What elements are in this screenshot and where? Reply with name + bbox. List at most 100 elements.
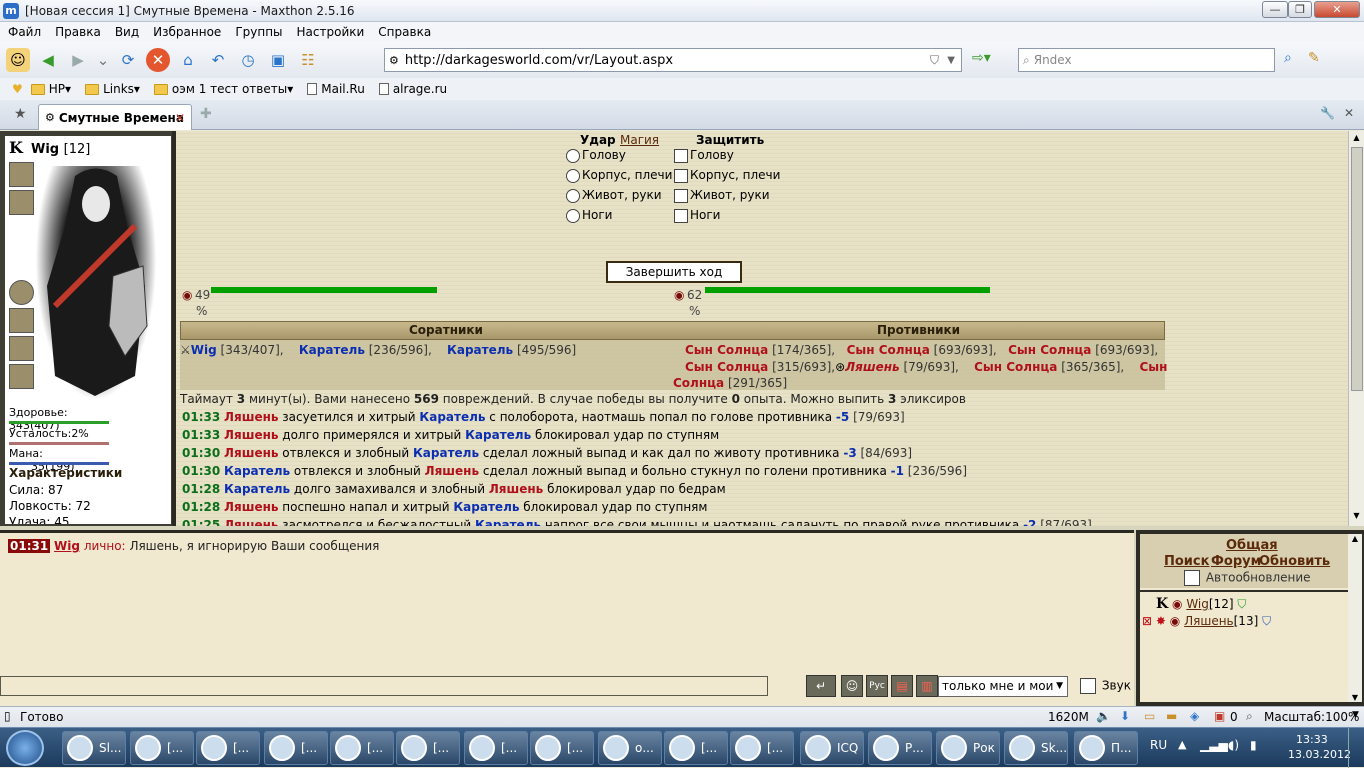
players-scrollbar[interactable]: ▲ ▼ (1348, 534, 1362, 702)
fav-links[interactable]: Links ▾ (85, 82, 140, 96)
scroll-thumb[interactable] (1351, 147, 1363, 391)
screen-icon[interactable]: ▣ (266, 48, 290, 72)
fav-mailru[interactable]: Mail.Ru (307, 82, 365, 96)
attack-zone-head[interactable]: Голову (566, 148, 626, 163)
forward-icon[interactable]: ▶ (66, 48, 90, 72)
clock-icon[interactable]: ◷ (236, 48, 260, 72)
menu-view[interactable]: Вид (115, 25, 139, 39)
enemy-name[interactable]: Солнца (673, 376, 724, 390)
scroll-up-icon[interactable]: ▲ (1350, 133, 1363, 145)
refresh-icon[interactable]: ⟳ (116, 48, 140, 72)
power-icon[interactable]: ▮ (1250, 738, 1257, 752)
checkbox-icon[interactable] (674, 168, 688, 183)
player-name[interactable]: Wig (1186, 597, 1209, 611)
defend-zone-belly[interactable]: Живот, руки (674, 188, 770, 203)
checkbox-icon[interactable] (1184, 570, 1200, 586)
taskbar-item[interactable]: [... (464, 731, 528, 765)
history-dropdown-icon[interactable]: ⌄ (96, 48, 110, 72)
scroll-down-icon[interactable]: ▼ (1350, 511, 1363, 523)
log-actor[interactable]: Ляшень (224, 518, 278, 526)
clear-icon[interactable]: ▤ (891, 675, 913, 697)
enemy-name[interactable]: Сын Солнца (847, 343, 930, 357)
taskbar-item[interactable]: [... (130, 731, 194, 765)
checkbox-icon[interactable] (674, 188, 688, 203)
zoom-dropdown-icon[interactable]: ▼ (1352, 710, 1359, 720)
show-desktop-button[interactable] (1348, 728, 1364, 768)
enemy-name[interactable]: Сын (1139, 360, 1167, 374)
log-target[interactable]: Каратель (465, 428, 531, 442)
taskbar-item[interactable]: о... (598, 731, 662, 765)
tray-expand-icon[interactable]: ▲ (1178, 738, 1186, 751)
users-icon[interactable]: ☺ (6, 48, 30, 72)
taskbar-item[interactable]: [... (730, 731, 794, 765)
address-dropdown-icon[interactable]: ▼ (947, 55, 955, 66)
ring-slot-1[interactable] (9, 308, 34, 333)
smiley-icon[interactable]: ☺ (841, 675, 863, 697)
attack-zone-legs[interactable]: Ноги (566, 208, 612, 223)
defend-zone-legs[interactable]: Ноги (674, 208, 720, 223)
signal-icon[interactable]: ▁▃▅ (1200, 738, 1228, 752)
menu-edit[interactable]: Правка (55, 25, 101, 39)
fav-alrage[interactable]: alrage.ru (378, 82, 447, 96)
log-actor[interactable]: Ляшень (224, 446, 278, 460)
fav-oem[interactable]: оэм 1 тест ответы ▾ (153, 82, 293, 96)
scroll-down-icon[interactable]: ▼ (1348, 693, 1362, 702)
armor-slot[interactable] (9, 190, 34, 215)
zoom-level[interactable]: Масштаб:100% (1264, 710, 1359, 724)
checkbox-icon[interactable] (674, 208, 688, 223)
ally-name[interactable]: Каратель (447, 343, 513, 357)
log-actor[interactable]: Ляшень (224, 428, 278, 442)
character-name[interactable]: Wig [12] (31, 142, 90, 157)
send-icon[interactable]: ↵ (806, 675, 836, 697)
scroll-up-icon[interactable]: ▲ (1348, 534, 1362, 543)
attack-zone-belly[interactable]: Живот, руки (566, 188, 662, 203)
enemy-name[interactable]: Сын Солнца (1008, 343, 1091, 357)
enemy-name[interactable]: Сын Солнца (685, 343, 768, 357)
battle-scrollbar[interactable]: ▲ ▼ (1348, 131, 1364, 526)
close-window-button[interactable]: ✕ (1314, 1, 1360, 18)
taskbar-item[interactable]: [... (396, 731, 460, 765)
taskbar-item[interactable]: [... (196, 731, 260, 765)
general-link[interactable]: Общая (1226, 538, 1278, 553)
log-target[interactable]: Ляшень (425, 464, 479, 478)
menu-file[interactable]: Файл (8, 25, 41, 39)
taskbar-item[interactable]: П... (1074, 731, 1138, 765)
sound-toggle[interactable]: Звук (1080, 678, 1131, 694)
ally-name[interactable]: Wig (191, 343, 217, 357)
log-actor[interactable]: Каратель (224, 482, 290, 496)
search-link[interactable]: Поиск (1164, 554, 1209, 569)
autorefresh-toggle[interactable]: Автообновление (1184, 570, 1311, 586)
folder-icon[interactable]: ▬ (1166, 709, 1177, 723)
popup-blocker-icon[interactable]: ▣ (1214, 709, 1225, 723)
chat-input[interactable] (0, 676, 768, 696)
chat-filter-select[interactable]: только мне и мои ▼ (938, 676, 1068, 697)
security-icon[interactable]: ⛉ (930, 53, 939, 68)
chat-sender[interactable]: Wig (54, 539, 80, 553)
menu-settings[interactable]: Настройки (297, 25, 365, 39)
address-bar[interactable]: ⚙ http://darkagesworld.com/vr/Layout.asp… (384, 48, 962, 72)
menu-favorites[interactable]: Избранное (153, 25, 221, 39)
log-actor[interactable]: Ляшень (224, 410, 278, 424)
memory-usage[interactable]: 1620M (1048, 710, 1089, 724)
radio-icon[interactable] (566, 168, 580, 183)
taskbar-item[interactable]: ICQ (800, 731, 864, 765)
home-icon[interactable]: ⌂ (176, 48, 200, 72)
ring-slot-3[interactable] (9, 364, 34, 389)
magic-link[interactable]: Магия (620, 133, 659, 147)
radio-icon[interactable] (566, 188, 580, 203)
favorites-heart-icon[interactable]: ♥ (12, 82, 23, 96)
taskbar-item[interactable]: Рок (936, 731, 1000, 765)
ally-name[interactable]: Каратель (299, 343, 365, 357)
taskbar-item[interactable]: [... (530, 731, 594, 765)
close-all-icon[interactable]: ✕ (1344, 106, 1354, 120)
taskbar-item[interactable]: [... (330, 731, 394, 765)
clock-date[interactable]: 13.03.2012 (1288, 748, 1351, 761)
language-indicator[interactable]: RU (1150, 738, 1167, 752)
layers-icon[interactable]: ◈ (1190, 709, 1199, 723)
clock-time[interactable]: 13:33 (1296, 733, 1328, 746)
log-actor[interactable]: Каратель (224, 464, 290, 478)
log-target[interactable]: Каратель (413, 446, 479, 460)
radio-icon[interactable] (566, 148, 580, 163)
forum-link[interactable]: Форум (1211, 554, 1261, 569)
taskbar-item[interactable]: [... (264, 731, 328, 765)
